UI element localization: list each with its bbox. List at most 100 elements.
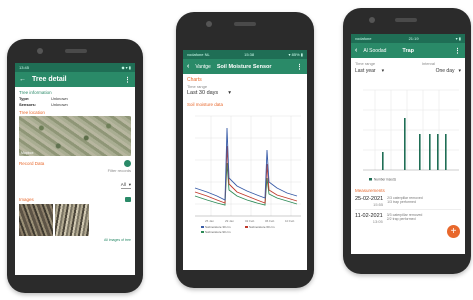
legend-swatch-90cm: [201, 231, 204, 233]
info-row: Sensors: Unknown: [19, 102, 131, 107]
phone-top-bezel: [176, 12, 314, 32]
back-label[interactable]: Vantge: [195, 64, 210, 70]
interval-value: One day: [435, 68, 455, 74]
filter-label: Filter records: [107, 168, 131, 173]
front-camera: [369, 17, 375, 23]
app-bar: ‹ Al Soodad Trap ⋮: [351, 43, 465, 58]
time-range-value: Last 30 days: [187, 90, 219, 96]
status-icons: ◆ ▾ ▮: [121, 65, 131, 70]
insect-count-chart: Number insects: [363, 89, 459, 182]
section-record-data: Record Data: [19, 161, 45, 166]
info-value: Unknown: [51, 96, 68, 101]
section-tree-location: Tree location: [19, 110, 45, 115]
page-title: Soil Moisture Sensor: [216, 63, 272, 70]
tree-photo[interactable]: [19, 204, 53, 236]
filter-value: All: [120, 182, 126, 187]
status-bar: vodafone NL 15:38 ▾ 85% ▮: [183, 50, 307, 59]
bar: [404, 118, 406, 170]
status-bar: 13:45 ◆ ▾ ▮: [15, 63, 135, 72]
page-title: Trap: [402, 47, 415, 54]
status-icons: ▾ 85% ▮: [288, 52, 303, 57]
info-label: Type:: [19, 96, 30, 101]
series-line-90cm: [194, 162, 298, 206]
phone-top-bezel: [7, 39, 143, 59]
add-fab-button[interactable]: +: [447, 225, 460, 238]
image-gallery: [19, 204, 131, 236]
chevron-down-icon: ▾: [228, 90, 231, 96]
soil-moisture-chart: 25 Jan 29 Jan 02 Feb 06 Feb 10 Feb Soilm…: [194, 115, 301, 234]
map-attribution: Mapbox: [21, 151, 34, 155]
record-line: 2/2 trap performed: [386, 217, 416, 221]
x-tick-label: 29 Jan: [225, 219, 234, 223]
section-images: Images: [19, 197, 34, 202]
x-tick-label: 25 Jan: [205, 219, 214, 223]
list-item[interactable]: 11-02-2021 13:05 3/3 caterpillar removed…: [355, 213, 461, 224]
x-tick-label: 02 Feb: [245, 219, 255, 223]
legend-label: Number insects: [374, 178, 397, 182]
back-label[interactable]: Al Soodad: [363, 48, 386, 54]
info-label: Sensors:: [19, 102, 37, 107]
filter-select[interactable]: All ▾: [120, 181, 131, 189]
x-tick-label: 10 Feb: [285, 219, 295, 223]
interval-select[interactable]: One day ▾: [436, 68, 461, 74]
chevron-down-icon: ▾: [458, 68, 461, 74]
legend-swatch: [369, 178, 372, 181]
status-time: 13:45: [19, 65, 30, 70]
tab-charts[interactable]: Charts: [187, 77, 303, 83]
app-bar: ← Tree detail ⋮: [15, 72, 135, 87]
screen: vodafone 21:19 ▾ ▮ ‹ Al Soodad Trap ⋮ Ti…: [351, 34, 465, 254]
screen: 13:45 ◆ ▾ ▮ ← Tree detail ⋮ Tree informa…: [15, 63, 135, 275]
page-title: Tree detail: [32, 76, 67, 83]
bar: [419, 134, 421, 170]
record-time: 15:55: [373, 202, 384, 207]
legend-label: Soilmoisture 60 cm: [249, 225, 275, 229]
interval-label: Interval: [421, 61, 435, 66]
time-range-select[interactable]: Last year ▾: [355, 68, 384, 74]
bar: [445, 134, 447, 170]
add-record-icon[interactable]: [124, 160, 131, 167]
more-options-icon[interactable]: ⋮: [124, 76, 131, 84]
back-arrow-icon[interactable]: ←: [19, 76, 26, 83]
list-item[interactable]: 25-02-2021 15:55 2/3 caterpillar removed…: [355, 196, 461, 210]
record-time: 13:05: [372, 219, 383, 224]
status-carrier: vodafone NL: [187, 52, 210, 57]
series-line-60cm: [194, 145, 298, 204]
section-measurements: Measurements: [355, 188, 385, 193]
more-options-icon[interactable]: ⋮: [296, 63, 303, 71]
more-options-icon[interactable]: ⋮: [454, 47, 461, 55]
earpiece-speaker: [234, 22, 256, 26]
front-camera: [37, 48, 43, 54]
tree-photo[interactable]: [55, 204, 89, 236]
legend-label: Soilmoisture 90 cm: [205, 230, 231, 234]
series-line-30cm: [194, 127, 298, 201]
phone-top-bezel: [343, 8, 471, 28]
x-tick-label: 06 Feb: [265, 219, 275, 223]
section-tree-info: Tree information: [19, 90, 52, 95]
phone-soil-moisture: vodafone NL 15:38 ▾ 85% ▮ ‹ Vantge Soil …: [176, 12, 314, 288]
earpiece-speaker: [395, 18, 417, 22]
chevron-down-icon: ▾: [381, 68, 385, 74]
chevron-down-icon: ▾: [128, 181, 131, 187]
screen: vodafone NL 15:38 ▾ 85% ▮ ‹ Vantge Soil …: [183, 50, 307, 270]
plus-icon: +: [450, 226, 457, 237]
front-camera: [206, 21, 212, 27]
time-range-value: Last year: [355, 68, 376, 74]
status-time: 15:38: [244, 52, 255, 57]
status-carrier: vodafone: [355, 36, 372, 41]
bar: [382, 152, 384, 170]
phone-trap: vodafone 21:19 ▾ ▮ ‹ Al Soodad Trap ⋮ Ti…: [343, 8, 471, 274]
info-value: Unknown: [51, 102, 68, 107]
bar: [437, 134, 439, 170]
bar: [429, 134, 431, 170]
legend-label: Soilmoisture 30 cm: [205, 225, 231, 229]
time-range-select[interactable]: Last 30 days ▾: [187, 90, 303, 96]
status-bar: vodafone 21:19 ▾ ▮: [351, 34, 465, 43]
add-image-icon[interactable]: [125, 197, 131, 202]
record-line: 1/3 trap performed: [387, 200, 416, 204]
all-images-link[interactable]: All images of tree: [19, 238, 131, 242]
location-map[interactable]: Mapbox: [19, 116, 131, 156]
info-row: Type: Unknown: [19, 96, 131, 101]
back-arrow-icon[interactable]: ‹: [355, 47, 357, 54]
back-arrow-icon[interactable]: ‹: [187, 63, 189, 70]
time-range-label: Time range: [187, 84, 208, 89]
